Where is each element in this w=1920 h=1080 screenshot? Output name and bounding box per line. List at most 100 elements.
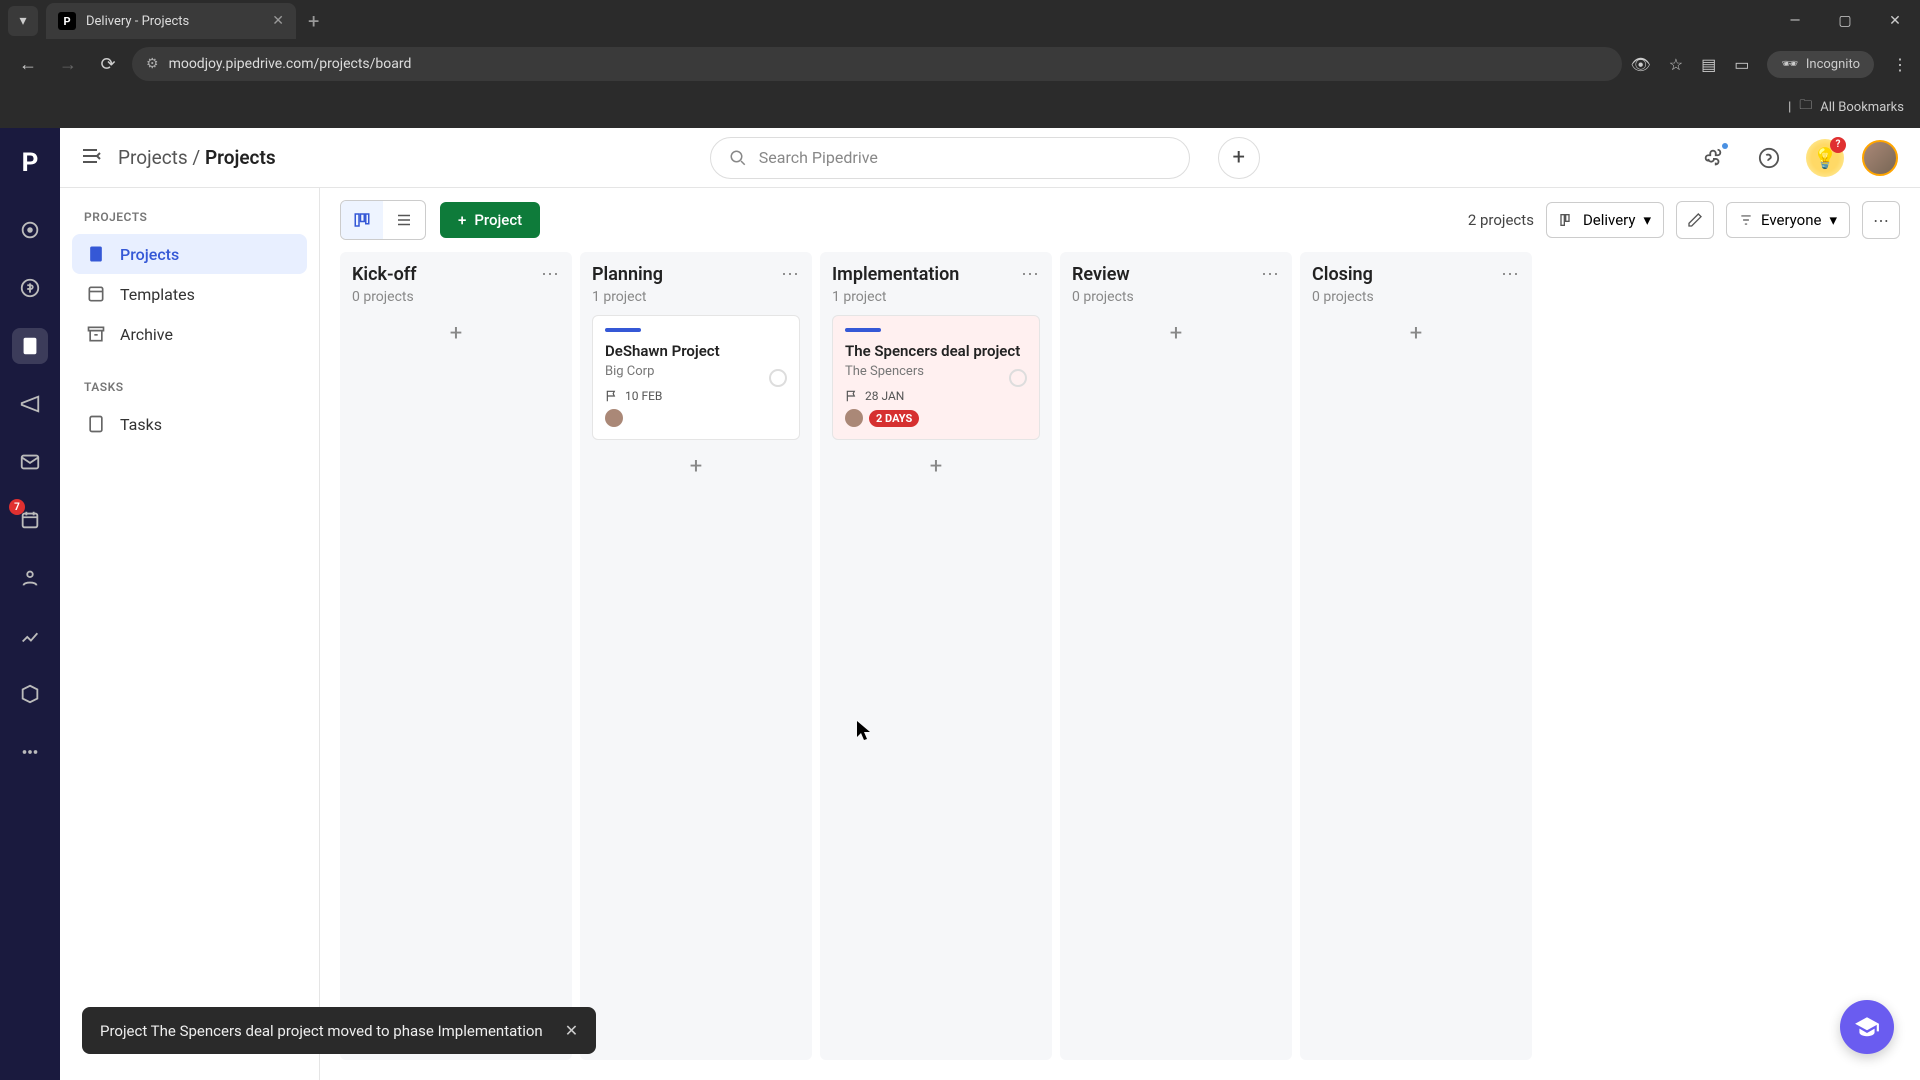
graduation-icon <box>1854 1014 1880 1040</box>
board-column: Implementation ⋯ 1 project The Spencers … <box>820 252 1052 1060</box>
list-view-button[interactable] <box>383 201 425 239</box>
rail-item-more[interactable] <box>12 734 48 770</box>
tab-close-icon[interactable]: ✕ <box>272 13 284 29</box>
global-add-button[interactable]: + <box>1218 137 1260 179</box>
tab-favicon: P <box>58 12 76 30</box>
bookmarks-divider: | <box>1788 100 1791 115</box>
view-toggle <box>340 200 426 240</box>
column-count: 1 project <box>832 289 1040 305</box>
breadcrumb-root[interactable]: Projects <box>118 146 188 169</box>
board-column: Review ⋯ 0 projects+ <box>1060 252 1292 1060</box>
new-tab-button[interactable]: + <box>308 9 319 33</box>
chevron-down-icon: ▾ <box>1829 211 1837 229</box>
rail-item-activities[interactable]: 7 <box>12 502 48 538</box>
help-icon[interactable] <box>1750 139 1788 177</box>
maximize-icon[interactable]: ▢ <box>1820 0 1870 42</box>
search-input[interactable]: Search Pipedrive <box>710 137 1190 179</box>
tasks-icon <box>86 414 106 434</box>
add-card-button[interactable]: + <box>1072 315 1280 351</box>
sidebar-item-templates[interactable]: Templates <box>72 274 307 314</box>
url-input[interactable]: ⚙ moodjoy.pipedrive.com/projects/board <box>132 47 1622 81</box>
user-avatar[interactable] <box>1862 140 1898 176</box>
column-more-icon[interactable]: ⋯ <box>541 264 560 285</box>
browser-tab[interactable]: P Delivery - Projects ✕ <box>46 3 296 39</box>
chevron-down-icon: ▾ <box>1643 211 1651 229</box>
board-column: Planning ⋯ 1 project DeShawn Project Big… <box>580 252 812 1060</box>
rail-item-insights[interactable] <box>12 618 48 654</box>
board-dropdown[interactable]: Delivery ▾ <box>1546 202 1664 238</box>
status-circle[interactable] <box>769 369 787 387</box>
toast-close-icon[interactable]: ✕ <box>565 1021 578 1040</box>
board-view-button[interactable] <box>341 201 383 239</box>
filter-dropdown[interactable]: Everyone ▾ <box>1726 202 1850 238</box>
card-date: 28 JAN <box>845 389 1027 403</box>
card-subtitle: Big Corp <box>605 364 787 379</box>
project-card[interactable]: The Spencers deal project The Spencers 2… <box>832 315 1040 440</box>
column-more-icon[interactable]: ⋯ <box>781 264 800 285</box>
back-button[interactable]: ← <box>12 48 44 80</box>
filter-dropdown-label: Everyone <box>1761 211 1821 229</box>
column-more-icon[interactable]: ⋯ <box>1021 264 1040 285</box>
marketplace-icon[interactable] <box>1694 139 1732 177</box>
incognito-icon: 🕶 <box>1781 57 1798 72</box>
project-card[interactable]: DeShawn Project Big Corp 10 FEB <box>592 315 800 440</box>
sidepanel-icon[interactable]: ▭ <box>1734 55 1749 74</box>
reload-button[interactable]: ⟳ <box>92 48 124 80</box>
browser-chrome: ▾ P Delivery - Projects ✕ + — ▢ ✕ ← → ⟳ … <box>0 0 1920 128</box>
body: PROJECTS Projects Templates Archive TASK… <box>60 188 1920 1080</box>
edit-board-button[interactable] <box>1676 201 1714 239</box>
all-bookmarks-link[interactable]: All Bookmarks <box>1820 100 1904 115</box>
card-stripe <box>845 328 881 332</box>
tab-search-button[interactable]: ▾ <box>8 6 38 36</box>
sidebar-item-projects[interactable]: Projects <box>72 234 307 274</box>
column-more-icon[interactable]: ⋯ <box>1501 264 1520 285</box>
status-circle[interactable] <box>1009 369 1027 387</box>
app-root: P 7 Projects / Projects Sear <box>0 128 1920 1080</box>
filter-icon <box>1739 213 1753 227</box>
board-icon <box>1559 212 1575 228</box>
bookmark-star-icon[interactable]: ☆ <box>1669 55 1683 74</box>
clipboard-icon <box>86 244 106 264</box>
incognito-chip[interactable]: 🕶 Incognito <box>1767 51 1874 78</box>
add-card-button[interactable]: + <box>1312 315 1520 351</box>
column-count: 0 projects <box>1312 289 1520 305</box>
card-subtitle: The Spencers <box>845 364 1027 379</box>
reader-icon[interactable]: ▤ <box>1701 55 1716 74</box>
rail-item-projects[interactable] <box>12 328 48 364</box>
list-icon <box>395 211 413 229</box>
column-more-icon[interactable]: ⋯ <box>1261 264 1280 285</box>
app-logo[interactable]: P <box>22 148 39 178</box>
rail-item-campaigns[interactable] <box>12 386 48 422</box>
tips-icon[interactable]: 💡 ? <box>1806 139 1844 177</box>
rail-item-focus[interactable] <box>12 212 48 248</box>
breadcrumb-current: Projects <box>205 146 276 169</box>
visibility-icon[interactable]: 👁 <box>1630 55 1650 74</box>
tips-badge: ? <box>1830 137 1846 153</box>
forward-button[interactable]: → <box>52 48 84 80</box>
sidebar-item-archive[interactable]: Archive <box>72 314 307 354</box>
new-project-button[interactable]: + Project <box>440 202 540 238</box>
card-avatar <box>605 409 623 427</box>
incognito-label: Incognito <box>1806 57 1860 72</box>
sidebar-collapse-icon[interactable] <box>82 148 102 168</box>
minimize-icon[interactable]: — <box>1770 0 1820 42</box>
rail-item-deals[interactable] <box>12 270 48 306</box>
add-card-button[interactable]: + <box>352 315 560 351</box>
card-stripe <box>605 328 641 332</box>
rail-item-contacts[interactable] <box>12 560 48 596</box>
browser-menu-icon[interactable]: ⋮ <box>1892 55 1908 74</box>
sidebar-item-tasks[interactable]: Tasks <box>72 404 307 444</box>
board-more-button[interactable]: ⋯ <box>1862 201 1900 239</box>
board-area: + Project 2 projects Delivery ▾ <box>320 188 1920 1080</box>
close-window-icon[interactable]: ✕ <box>1870 0 1920 42</box>
rail-item-mail[interactable] <box>12 444 48 480</box>
column-title: Kick-off <box>352 264 417 285</box>
site-settings-icon[interactable]: ⚙ <box>146 56 159 72</box>
column-count: 0 projects <box>352 289 560 305</box>
rail-badge: 7 <box>9 499 25 515</box>
academy-fab[interactable] <box>1840 1000 1894 1054</box>
app-header: Projects / Projects Search Pipedrive + 💡 <box>60 128 1920 188</box>
rail-item-products[interactable] <box>12 676 48 712</box>
add-card-button[interactable]: + <box>592 448 800 484</box>
add-card-button[interactable]: + <box>832 448 1040 484</box>
